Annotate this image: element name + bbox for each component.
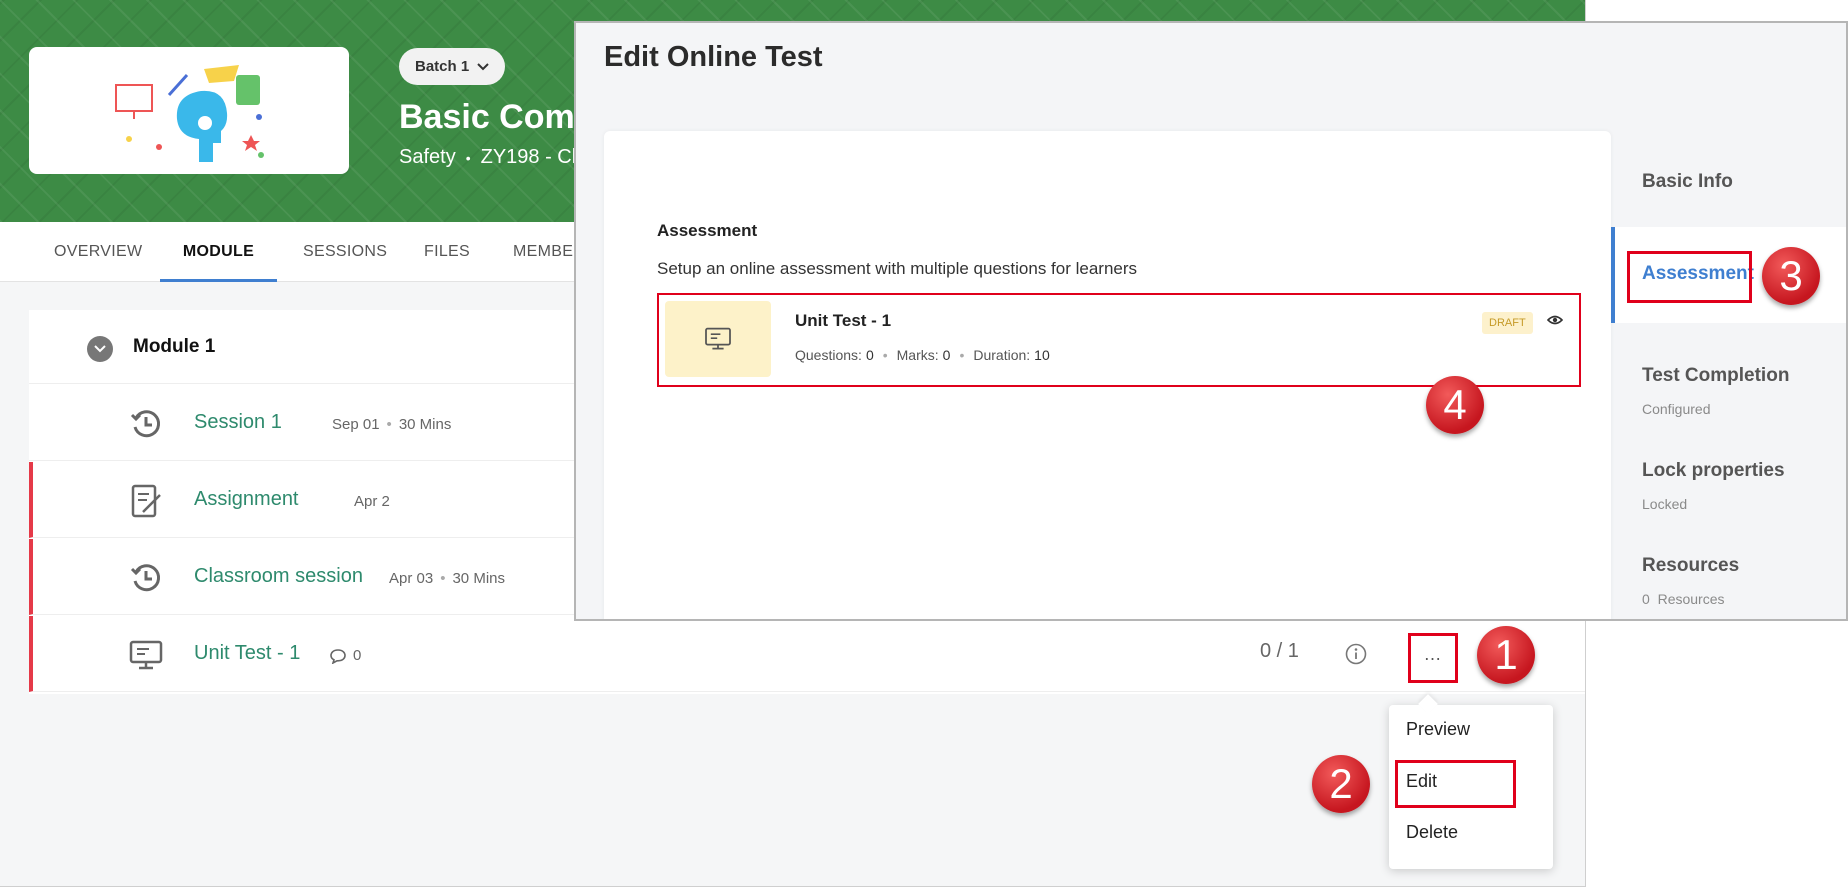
- highlight-box-edit: [1395, 760, 1516, 808]
- item-meta: Apr 03 • 30 Mins: [389, 570, 505, 587]
- nav-lock-properties-status: Locked: [1642, 496, 1688, 512]
- module-title: Module 1: [133, 336, 216, 357]
- test-stats: Questions: 0 • Marks: 0 • Duration: 10: [795, 347, 1050, 363]
- nav-test-completion[interactable]: Test Completion: [1642, 365, 1789, 387]
- section-description: Setup an online assessment with multiple…: [657, 259, 1138, 278]
- item-date: Apr 03: [389, 570, 434, 587]
- module-collapse-toggle[interactable]: [87, 336, 113, 362]
- separator-dot: •: [440, 570, 446, 587]
- test-card[interactable]: Unit Test - 1 Questions: 0 • Marks: 0 • Durati…: [657, 293, 1581, 387]
- resources-count: 0: [1642, 591, 1650, 607]
- callout-step-2: 2: [1312, 755, 1370, 813]
- online-test-icon: [129, 640, 163, 670]
- course-thumbnail: [29, 47, 349, 174]
- separator-dot: •: [386, 416, 392, 433]
- marks-value: 0: [942, 347, 951, 363]
- item-comments[interactable]: 0: [329, 647, 361, 664]
- callout-step-4: 4: [1426, 376, 1484, 434]
- item-title[interactable]: Unit Test - 1: [194, 642, 300, 665]
- test-name: Unit Test - 1: [795, 311, 892, 330]
- course-category: Safety: [399, 146, 456, 168]
- course-illustration-icon: [115, 65, 264, 162]
- assignment-icon: [131, 484, 161, 518]
- panel-title: Edit Online Test: [604, 41, 823, 73]
- separator-dot: •: [882, 347, 888, 363]
- nav-resources-status: 0 Resources: [1642, 591, 1725, 607]
- item-title[interactable]: Assignment: [194, 488, 299, 511]
- callout-step-1: 1: [1477, 626, 1535, 684]
- test-thumbnail: [665, 301, 771, 377]
- item-title[interactable]: Session 1: [194, 411, 282, 434]
- course-title: Basic Comp: [399, 98, 596, 136]
- duration-value: 10: [1034, 347, 1050, 363]
- course-subtitle: Safety • ZY198 - Cl: [399, 146, 576, 169]
- batch-label: Batch 1: [415, 58, 470, 75]
- questions-label: Questions:: [795, 347, 862, 363]
- item-duration: 30 Mins: [398, 416, 452, 433]
- comment-icon: [330, 648, 346, 664]
- nav-resources[interactable]: Resources: [1642, 555, 1739, 577]
- callout-step-3: 3: [1762, 247, 1820, 305]
- session-clock-icon: [130, 410, 161, 438]
- separator-dot: •: [465, 149, 471, 166]
- nav-test-completion-status: Configured: [1642, 401, 1711, 417]
- info-icon[interactable]: [1345, 643, 1367, 665]
- completion-progress: 0 / 1: [1260, 640, 1299, 662]
- comment-count: 0: [353, 647, 362, 664]
- batch-selector[interactable]: Batch 1: [399, 48, 506, 85]
- edit-side-nav: Basic Info Assessment Test Completion Co…: [1611, 131, 1846, 619]
- chevron-down-icon: [94, 345, 106, 353]
- tab-overview[interactable]: OVERVIEW: [54, 222, 142, 282]
- item-title[interactable]: Classroom session: [194, 565, 363, 588]
- item-date: Apr 2: [354, 493, 390, 510]
- item-duration: 30 Mins: [452, 570, 505, 587]
- tab-sessions[interactable]: SESSIONS: [303, 222, 387, 282]
- section-heading: Assessment: [657, 221, 758, 240]
- edit-online-test-panel: Edit Online Test Assessment Setup an onl…: [574, 21, 1848, 621]
- duration-label: Duration:: [973, 347, 1031, 363]
- session-clock-icon: [130, 564, 161, 592]
- chevron-down-icon: [477, 62, 489, 70]
- nav-basic-info[interactable]: Basic Info: [1642, 171, 1733, 193]
- questions-value: 0: [865, 347, 874, 363]
- menu-item-delete[interactable]: Delete: [1406, 822, 1458, 843]
- ellipsis-icon: …: [1423, 644, 1443, 664]
- resources-sub-label: Resources: [1657, 591, 1725, 607]
- item-meta: Sep 01 • 30 Mins: [332, 416, 451, 433]
- tab-module[interactable]: MODULE: [160, 222, 277, 282]
- more-options-button[interactable]: …: [1408, 633, 1458, 683]
- eye-icon[interactable]: [1547, 314, 1563, 326]
- status-badge: DRAFT: [1482, 312, 1533, 334]
- online-test-icon: [705, 327, 731, 350]
- tab-files[interactable]: FILES: [424, 222, 470, 282]
- menu-item-preview[interactable]: Preview: [1406, 719, 1470, 740]
- course-code: ZY198 - Cl: [480, 146, 577, 168]
- highlight-box-assessment: [1627, 251, 1752, 303]
- marks-label: Marks:: [896, 347, 939, 363]
- item-date: Sep 01: [332, 416, 380, 433]
- separator-dot: •: [959, 347, 965, 363]
- nav-lock-properties[interactable]: Lock properties: [1642, 460, 1785, 482]
